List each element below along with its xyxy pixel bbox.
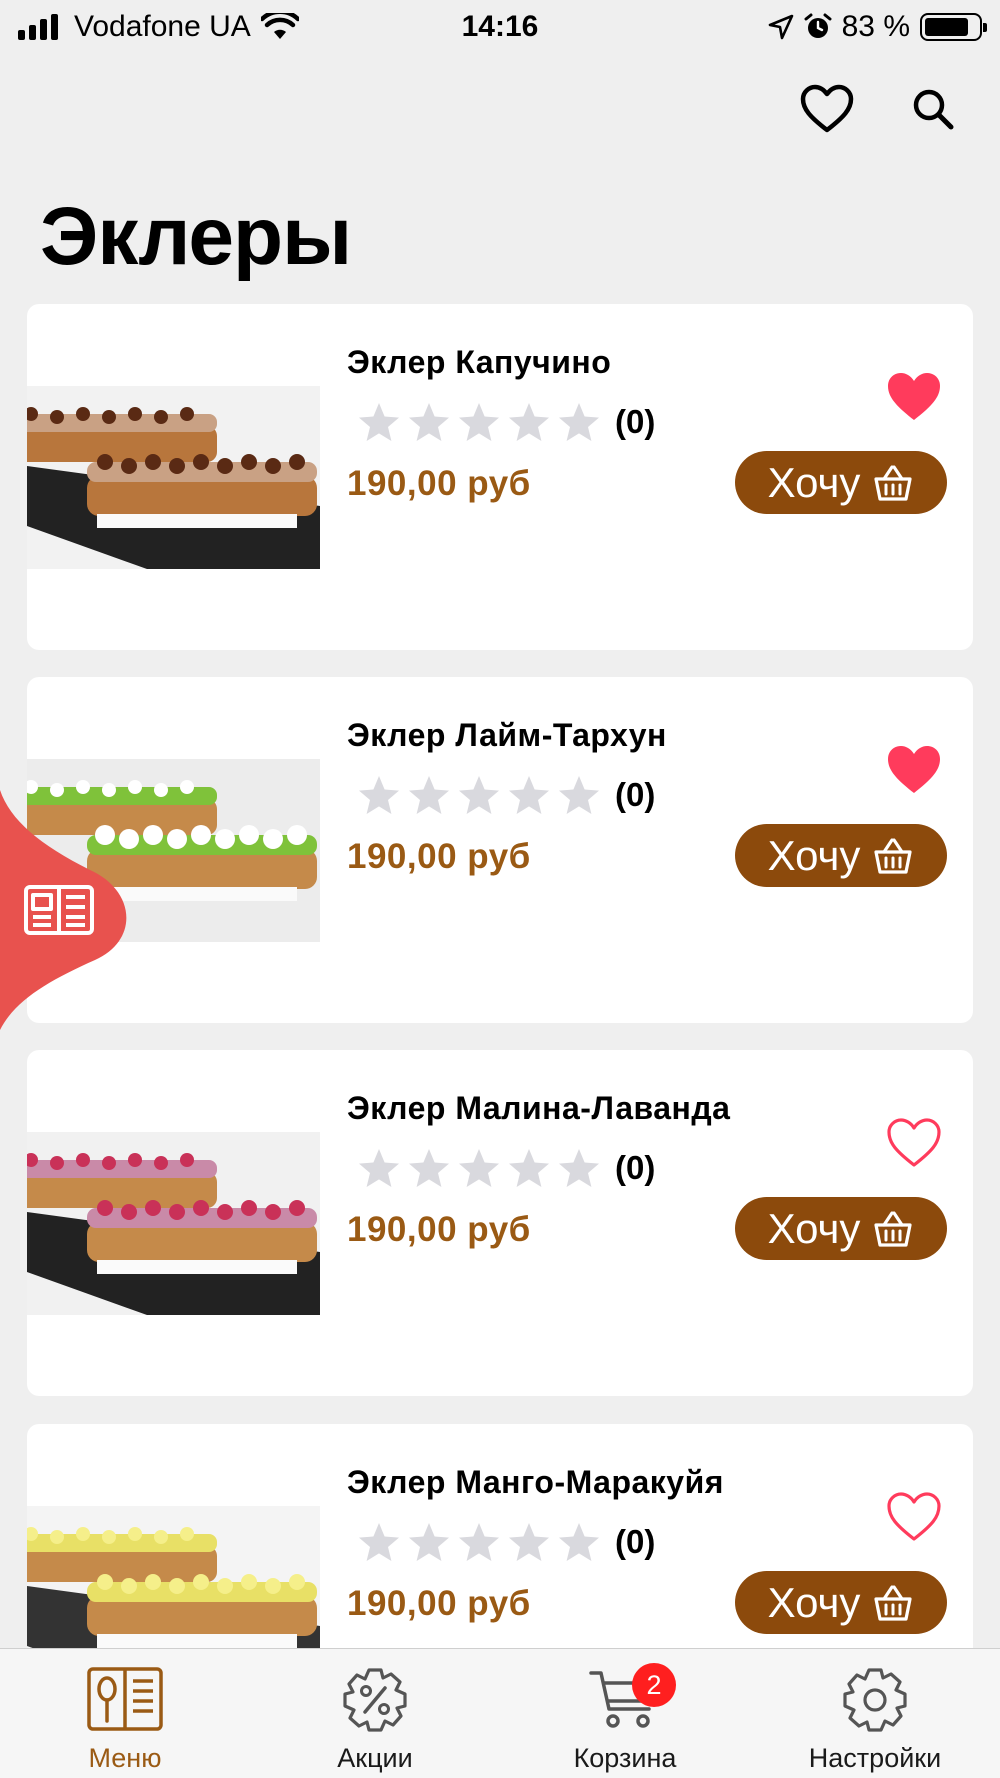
star-icon[interactable] <box>457 1146 501 1190</box>
star-icon[interactable] <box>407 1520 451 1564</box>
product-price: 190,00 руб <box>347 1584 531 1623</box>
battery-fill <box>925 18 969 36</box>
tab-menu-label: Меню <box>88 1743 162 1773</box>
product-card[interactable]: Эклер Капучино (0) 190,00 руб Хочу <box>27 304 973 650</box>
product-price: 190,00 руб <box>347 837 531 876</box>
tab-promotions[interactable]: Акции <box>250 1649 500 1778</box>
favorites-button[interactable] <box>796 78 858 140</box>
tab-cart-label: Корзина <box>573 1743 677 1773</box>
product-price: 190,00 руб <box>347 464 531 503</box>
product-rating: (0) <box>357 1520 655 1564</box>
rating-count: (0) <box>615 1149 656 1186</box>
add-to-cart-label: Хочу <box>767 1578 861 1626</box>
basket-icon <box>872 1209 914 1249</box>
tab-menu[interactable]: Меню <box>0 1649 250 1778</box>
star-icon[interactable] <box>557 773 601 817</box>
rating-count: (0) <box>615 1523 656 1560</box>
add-to-cart-label: Хочу <box>767 1204 861 1252</box>
page-title: Эклеры <box>40 191 352 282</box>
star-icon[interactable] <box>357 773 401 817</box>
tab-promotions-label: Акции <box>337 1743 413 1773</box>
add-to-cart-label: Хочу <box>767 831 861 879</box>
side-news-tab[interactable] <box>0 790 135 1030</box>
battery-percent: 83 % <box>841 10 910 43</box>
basket-icon <box>872 463 914 503</box>
battery-icon <box>920 13 987 41</box>
product-rating: (0) <box>357 773 655 817</box>
star-icon[interactable] <box>507 400 551 444</box>
tab-settings-label: Настройки <box>808 1743 942 1773</box>
star-icon[interactable] <box>457 400 501 444</box>
menu-book-icon <box>87 1667 163 1731</box>
star-icon[interactable] <box>357 400 401 444</box>
heart-outline-icon <box>800 84 854 133</box>
product-card[interactable]: Эклер Малина-Лаванда (0) 190,00 руб Хочу <box>27 1050 973 1396</box>
product-rating: (0) <box>357 400 655 444</box>
eclair-cappuccino-photo[interactable] <box>27 386 320 569</box>
star-icon[interactable] <box>457 1520 501 1564</box>
tab-settings[interactable]: Настройки <box>750 1649 1000 1778</box>
add-to-cart-label: Хочу <box>767 458 861 506</box>
product-price: 190,00 руб <box>347 1210 531 1249</box>
rating-count: (0) <box>615 403 656 440</box>
side-tab-shape <box>0 790 127 1030</box>
product-name[interactable]: Эклер Капучино <box>347 344 611 381</box>
star-icon[interactable] <box>507 1520 551 1564</box>
add-to-cart-button[interactable]: Хочу <box>735 451 947 514</box>
star-icon[interactable] <box>407 773 451 817</box>
alarm-icon <box>804 13 832 38</box>
heart-filled-icon[interactable] <box>885 743 943 797</box>
status-bar: Vodafone UA 14:16 83 % <box>0 0 1000 54</box>
star-icon[interactable] <box>357 1520 401 1564</box>
search-button[interactable] <box>902 78 964 140</box>
signal-icon <box>18 14 58 40</box>
heart-outline-icon[interactable] <box>885 1116 943 1170</box>
status-left: Vodafone UA <box>18 10 299 44</box>
discount-gear-icon <box>343 1668 407 1732</box>
product-card[interactable]: Эклер Лайм-Тархун (0) 190,00 руб Хочу <box>27 677 973 1023</box>
basket-icon <box>872 836 914 876</box>
heart-filled-icon[interactable] <box>885 370 943 424</box>
star-icon[interactable] <box>507 773 551 817</box>
product-name[interactable]: Эклер Лайм-Тархун <box>347 717 667 754</box>
search-icon <box>913 89 954 130</box>
heart-outline-icon[interactable] <box>885 1490 943 1544</box>
star-icon[interactable] <box>557 1520 601 1564</box>
eclair-raspberry-lavender-photo[interactable] <box>27 1132 320 1315</box>
tab-bar: Меню Акции 2 Корзина Настройки <box>0 1648 1000 1778</box>
product-rating: (0) <box>357 1146 655 1190</box>
wifi-icon <box>260 13 299 39</box>
location-arrow-icon <box>768 14 793 40</box>
header-actions <box>796 78 964 140</box>
status-right: 83 % <box>768 10 987 44</box>
cart-badge: 2 <box>632 1663 676 1707</box>
carrier-name: Vodafone UA <box>74 10 251 43</box>
star-icon[interactable] <box>507 1146 551 1190</box>
add-to-cart-button[interactable]: Хочу <box>735 1571 947 1634</box>
star-icon[interactable] <box>407 400 451 444</box>
tab-cart[interactable]: 2 Корзина <box>500 1649 750 1778</box>
star-icon[interactable] <box>407 1146 451 1190</box>
rating-count: (0) <box>615 776 656 813</box>
basket-icon <box>872 1583 914 1623</box>
star-icon[interactable] <box>357 1146 401 1190</box>
settings-gear-icon <box>843 1668 907 1732</box>
add-to-cart-button[interactable]: Хочу <box>735 824 947 887</box>
star-icon[interactable] <box>557 400 601 444</box>
star-icon[interactable] <box>557 1146 601 1190</box>
product-name[interactable]: Эклер Манго-Маракуйя <box>347 1464 724 1501</box>
star-icon[interactable] <box>457 773 501 817</box>
add-to-cart-button[interactable]: Хочу <box>735 1197 947 1260</box>
product-name[interactable]: Эклер Малина-Лаванда <box>347 1090 730 1127</box>
